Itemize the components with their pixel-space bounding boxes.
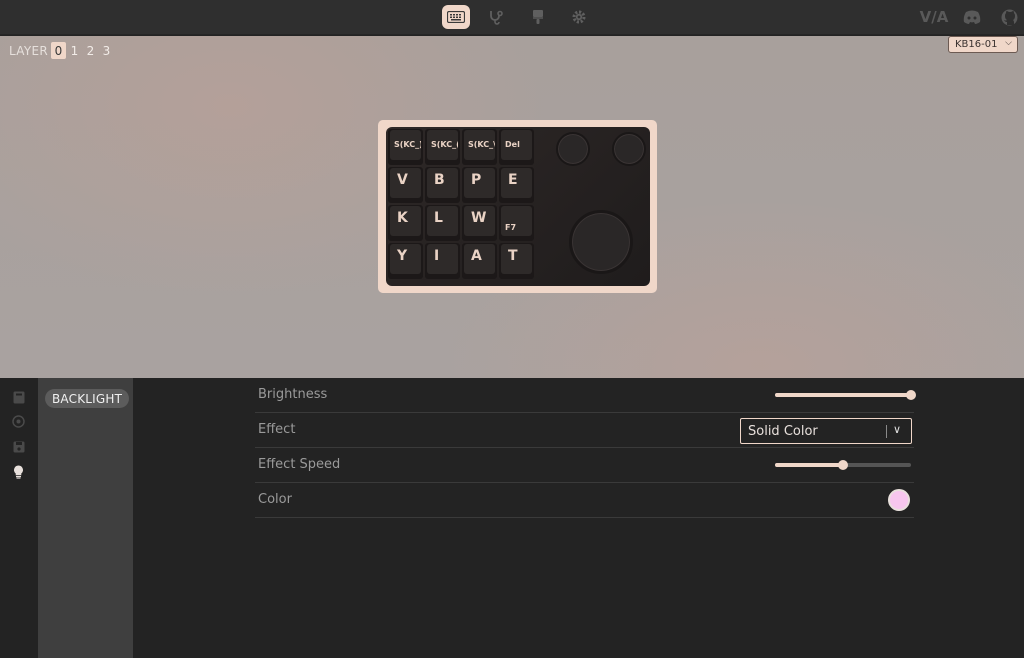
key-label: P (464, 168, 495, 198)
effect-row: Effect Solid Color ∨ (255, 413, 914, 448)
keyboard-case: S(KC_) S(KC_( S(KC_\ Del V B P E K L W F… (378, 120, 657, 293)
github-icon[interactable] (998, 8, 1020, 26)
key[interactable]: S(KC_( (425, 129, 460, 165)
key-label: I (427, 244, 458, 274)
lightbulb-icon[interactable] (11, 464, 26, 479)
submenu-column: BACKLIGHT (38, 378, 133, 658)
via-logo[interactable]: V/A (919, 8, 949, 26)
circle-icon[interactable] (11, 414, 26, 429)
encoder-knob-small-left[interactable] (556, 132, 590, 166)
key-label: A (464, 244, 495, 274)
key[interactable]: S(KC_) (388, 129, 423, 165)
key[interactable]: P (462, 167, 497, 203)
effect-label: Effect (258, 422, 296, 437)
key-label: T (501, 244, 532, 274)
encoder-knob-large[interactable] (569, 210, 633, 274)
brightness-label: Brightness (258, 387, 328, 402)
gear-icon[interactable] (565, 5, 593, 29)
key-label: E (501, 168, 532, 198)
key-label: L (427, 206, 458, 236)
encoder-knob-small-right[interactable] (612, 132, 646, 166)
device-select[interactable]: KB16-01 ⌵ (948, 36, 1018, 53)
chevron-down-icon: ∨ (893, 423, 902, 436)
chevron-down-icon: ⌵ (1005, 38, 1012, 48)
effect-select-value: Solid Color (748, 424, 818, 439)
layer-button-2[interactable]: 2 (83, 42, 98, 59)
brightness-row: Brightness (255, 378, 916, 413)
key[interactable]: F7 (499, 205, 534, 241)
key-label: F7 (501, 206, 532, 236)
effect-speed-slider-fill (775, 463, 843, 467)
brush-icon[interactable] (524, 5, 552, 29)
layer-button-3[interactable]: 3 (99, 42, 114, 59)
keyboard-plate: S(KC_) S(KC_( S(KC_\ Del V B P E K L W F… (386, 127, 650, 286)
key[interactable]: K (388, 205, 423, 241)
layer-button-1[interactable]: 1 (67, 42, 82, 59)
key[interactable]: I (425, 243, 460, 279)
effect-select[interactable]: Solid Color ∨ (740, 418, 912, 444)
key[interactable]: W (462, 205, 497, 241)
device-select-value: KB16-01 (955, 39, 998, 50)
config-sidebar (0, 378, 38, 658)
key-label: S(KC_( (427, 130, 458, 160)
brightness-slider-fill (775, 393, 911, 397)
key[interactable]: A (462, 243, 497, 279)
key-label: W (464, 206, 495, 236)
key[interactable]: B (425, 167, 460, 203)
key-label: K (390, 206, 421, 236)
key-label: Del (501, 130, 532, 160)
key[interactable]: L (425, 205, 460, 241)
brightness-slider-thumb[interactable] (906, 390, 916, 400)
effect-speed-label: Effect Speed (258, 457, 341, 472)
key[interactable]: T (499, 243, 534, 279)
discord-icon[interactable] (960, 8, 984, 26)
key[interactable]: V (388, 167, 423, 203)
key-label: V (390, 168, 421, 198)
save-icon[interactable] (11, 439, 26, 454)
color-label: Color (258, 492, 292, 507)
keyboard-preview-area: LAYER 0 1 2 3 KB16-01 ⌵ S(KC_) S(KC_( S(… (0, 36, 1024, 378)
key-label: S(KC_\ (464, 130, 495, 160)
key[interactable]: S(KC_\ (462, 129, 497, 165)
book-icon[interactable] (11, 390, 26, 405)
settings-panel: Brightness Effect Solid Color ∨ Effect S… (133, 378, 1024, 658)
key[interactable]: Del (499, 129, 534, 165)
effect-speed-slider-thumb[interactable] (838, 460, 848, 470)
key-label: B (427, 168, 458, 198)
color-swatch[interactable] (888, 489, 910, 511)
via-logo-text: V/A (919, 8, 949, 26)
key[interactable]: E (499, 167, 534, 203)
layer-label: LAYER (9, 44, 48, 58)
key-label: S(KC_) (390, 130, 421, 160)
menu-item-backlight[interactable]: BACKLIGHT (45, 389, 130, 408)
select-separator (886, 425, 887, 438)
effect-speed-row: Effect Speed (255, 448, 914, 483)
stethoscope-icon[interactable] (482, 5, 510, 29)
top-nav: V/A (0, 0, 1024, 35)
color-row: Color (255, 483, 914, 518)
key-label: Y (390, 244, 421, 274)
layer-button-0[interactable]: 0 (51, 42, 66, 59)
keyboard-icon[interactable] (442, 5, 470, 29)
key[interactable]: Y (388, 243, 423, 279)
